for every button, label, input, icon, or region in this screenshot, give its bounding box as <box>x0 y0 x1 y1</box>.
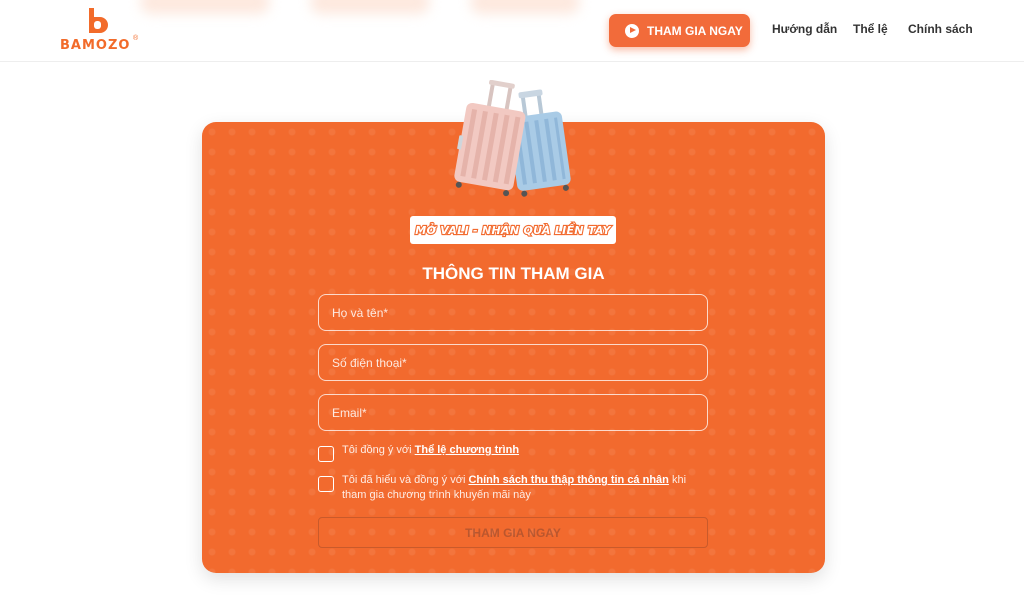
site-header: BAMOZO ® THAM GIA NGAY Hướng dẫn Thể lệ … <box>0 0 1024 62</box>
terms-checkbox[interactable] <box>318 446 334 462</box>
join-now-header-button[interactable]: THAM GIA NGAY <box>609 14 750 47</box>
privacy-policy-link[interactable]: Chính sách thu thập thông tin cá nhân <box>468 474 668 486</box>
header-decoration <box>140 0 270 14</box>
join-now-header-label: THAM GIA NGAY <box>647 23 743 38</box>
promo-slogan: MỞ VALI - NHẬN QUÀ LIỀN TAY <box>410 216 616 244</box>
terms-prefix: Tôi đồng ý với <box>342 444 415 456</box>
privacy-text: Tôi đã hiểu và đồng ý với Chính sách thu… <box>342 473 707 503</box>
privacy-checkbox[interactable] <box>318 476 334 492</box>
privacy-prefix: Tôi đã hiểu và đồng ý với <box>342 474 469 486</box>
nav-rules-link[interactable]: Thể lệ <box>853 22 888 36</box>
terms-link[interactable]: Thể lệ chương trình <box>415 444 519 456</box>
luggage-image <box>454 80 571 197</box>
form-title: THÔNG TIN THAM GIA <box>422 264 605 283</box>
brand-logo[interactable]: BAMOZO ® <box>60 8 140 54</box>
terms-text: Tôi đồng ý với Thể lệ chương trình <box>342 443 519 458</box>
phone-input[interactable] <box>318 344 708 381</box>
header-decoration <box>310 0 430 14</box>
full-name-input[interactable] <box>318 294 708 331</box>
play-icon <box>625 23 639 38</box>
nav-policy-link[interactable]: Chính sách <box>908 22 973 36</box>
join-now-submit-button[interactable]: THAM GIA NGAY <box>318 517 708 548</box>
nav-guide-link[interactable]: Hướng dẫn <box>772 22 837 36</box>
header-decoration <box>470 0 580 14</box>
email-input[interactable] <box>318 394 708 431</box>
bamozo-logo-icon <box>89 8 108 33</box>
logo-registered-mark: ® <box>133 35 139 42</box>
logo-text: BAMOZO <box>60 38 131 53</box>
